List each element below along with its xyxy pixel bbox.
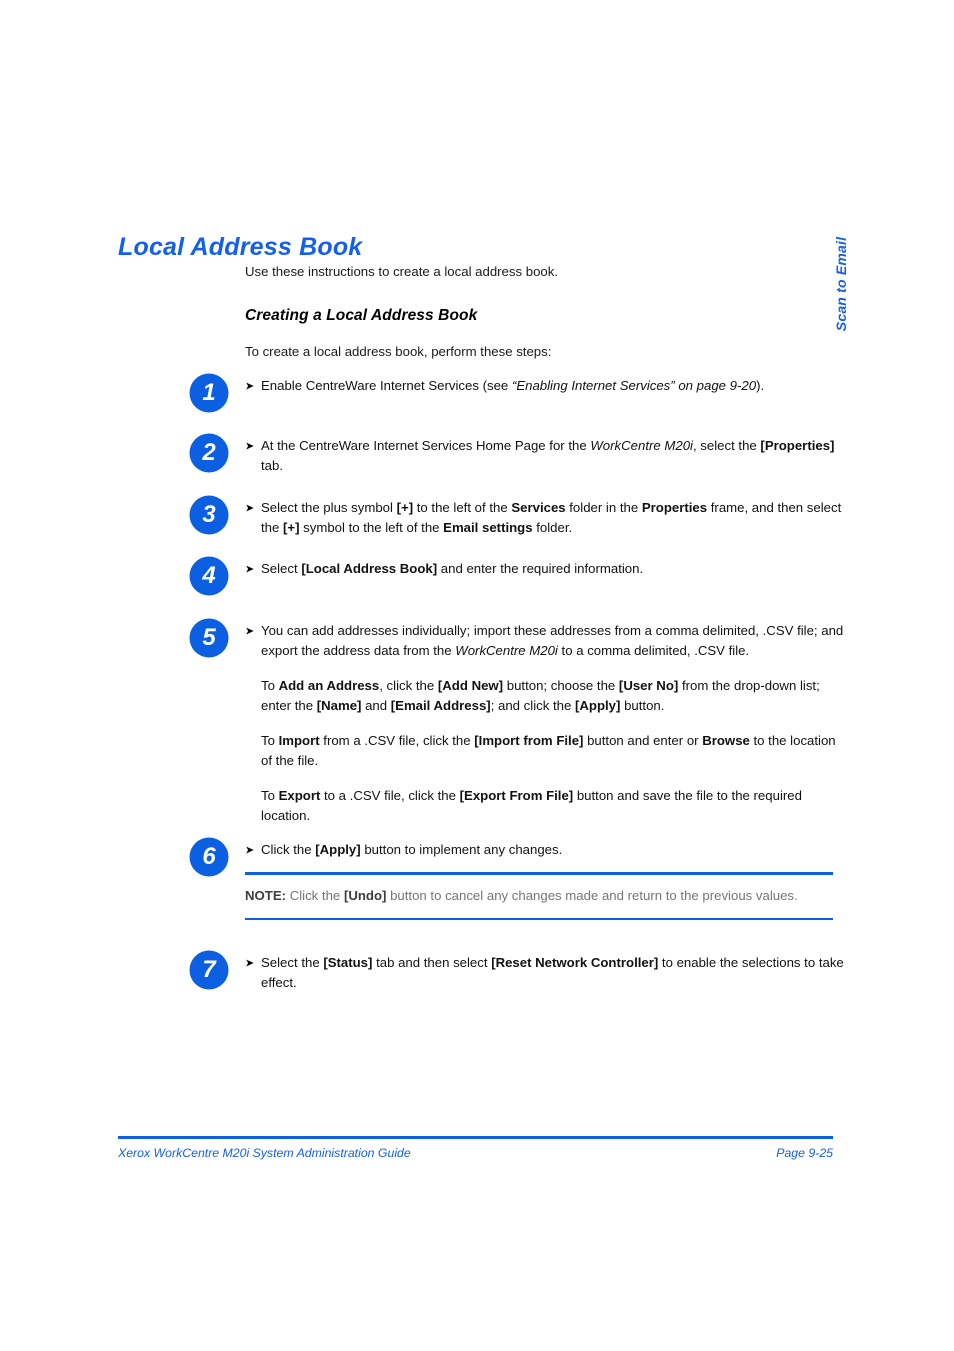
step-item: 7 ➤ Select the [Status] tab and then selec… — [190, 951, 850, 993]
side-chapter-tab-label: Scan to Email — [833, 236, 849, 332]
step-number-badge: 4 — [190, 557, 228, 595]
bullet-arrow-icon: ➤ — [245, 563, 255, 576]
footer-page-number: Page 9-25 — [776, 1145, 833, 1160]
step-bullet-row: ➤ Click the [Apply] button to implement a… — [245, 840, 850, 860]
page-footer: Xerox WorkCentre M20i System Administrat… — [118, 1136, 833, 1160]
step-body: ➤ Enable CentreWare Internet Services (se… — [245, 374, 850, 396]
bullet-arrow-icon: ➤ — [245, 957, 255, 970]
note-rule-bottom — [245, 917, 833, 920]
step-item: 4 ➤ Select [Local Address Book] and enter … — [190, 557, 850, 595]
footer-guide-title: Xerox WorkCentre M20i System Administrat… — [118, 1145, 411, 1160]
step-number-badge: 6 — [190, 838, 228, 876]
step-body: ➤ Select the [Status] tab and then select… — [245, 951, 850, 993]
step-bullet-row: ➤ You can add addresses individually; imp… — [245, 621, 850, 661]
step-text: At the CentreWare Internet Services Home… — [261, 438, 835, 473]
step-bullet-row: ➤ At the CentreWare Internet Services Hom… — [245, 436, 850, 476]
step-body: ➤ Select [Local Address Book] and enter t… — [245, 557, 850, 579]
note-label: NOTE: — [245, 887, 287, 903]
step-number-badge: 7 — [190, 951, 228, 989]
document-page: Local Address Book Use these instruction… — [0, 0, 954, 1351]
bullet-arrow-icon: ➤ — [245, 502, 255, 515]
step-text: Enable CentreWare Internet Services (see… — [261, 378, 765, 393]
bullet-arrow-icon: ➤ — [245, 380, 255, 393]
step-item: 5 ➤ You can add addresses individually; im… — [190, 619, 850, 826]
step-bullet-row: ➤ Select the plus symbol [+] to the left … — [245, 498, 850, 538]
step-text: Click the [Apply] button to implement an… — [261, 842, 563, 857]
step-sub-paragraph: To Export to a .CSV file, click the [Exp… — [261, 788, 802, 823]
steps-lead-in: To create a local address book, perform … — [245, 344, 552, 359]
note-undo-key: [Undo] — [343, 887, 387, 903]
bullet-arrow-icon: ➤ — [245, 844, 255, 857]
step-body: ➤ You can add addresses individually; imp… — [245, 619, 850, 826]
side-chapter-tab: Scan to Email — [829, 224, 853, 344]
step-text: Select the [Status] tab and then select … — [261, 955, 844, 990]
section-subheading: Creating a Local Address Book — [245, 307, 478, 324]
bullet-arrow-icon: ➤ — [245, 625, 255, 638]
step-item: 2 ➤ At the CentreWare Internet Services Ho… — [190, 434, 850, 476]
intro-paragraph: Use these instructions to create a local… — [245, 264, 559, 279]
step-number-badge: 2 — [190, 434, 228, 472]
step-bullet-row: ➤ Select the [Status] tab and then select… — [245, 953, 850, 993]
step-item: 1 ➤ Enable CentreWare Internet Services (s… — [190, 374, 850, 412]
step-sub-paragraph: To Add an Address, click the [Add New] b… — [261, 678, 820, 713]
step-bullet-row: ➤ Enable CentreWare Internet Services (se… — [245, 376, 850, 396]
step-text: Select the plus symbol [+] to the left o… — [261, 500, 842, 535]
step-bullet-row: ➤ Select [Local Address Book] and enter t… — [245, 559, 850, 579]
step-number-badge: 3 — [190, 496, 228, 534]
step-number-badge: 1 — [190, 374, 228, 412]
bullet-arrow-icon: ➤ — [245, 440, 255, 453]
note-before-key: Click the — [286, 887, 344, 903]
note-text: NOTE: Click the [Undo] button to cancel … — [245, 875, 833, 918]
step-item: 3 ➤ Select the plus symbol [+] to the left… — [190, 496, 850, 538]
step-body: ➤ At the CentreWare Internet Services Hom… — [245, 434, 850, 476]
intro-section: Use these instructions to create a local… — [245, 262, 835, 361]
step-text: Select [Local Address Book] and enter th… — [261, 561, 644, 576]
step-sub-paragraph: To Import from a .CSV file, click the [I… — [261, 733, 836, 768]
step-body: ➤ Click the [Apply] button to implement a… — [245, 838, 850, 860]
step-body: ➤ Select the plus symbol [+] to the left … — [245, 496, 850, 538]
step-item: 6 ➤ Click the [Apply] button to implement … — [190, 838, 850, 876]
note-callout: NOTE: Click the [Undo] button to cancel … — [245, 872, 833, 920]
step-text: You can add addresses individually; impo… — [261, 623, 844, 658]
page-title: Local Address Book — [118, 232, 363, 261]
footer-row: Xerox WorkCentre M20i System Administrat… — [118, 1139, 833, 1160]
note-after-key: button to cancel any changes made and re… — [386, 887, 798, 903]
step-number-badge: 5 — [190, 619, 228, 657]
